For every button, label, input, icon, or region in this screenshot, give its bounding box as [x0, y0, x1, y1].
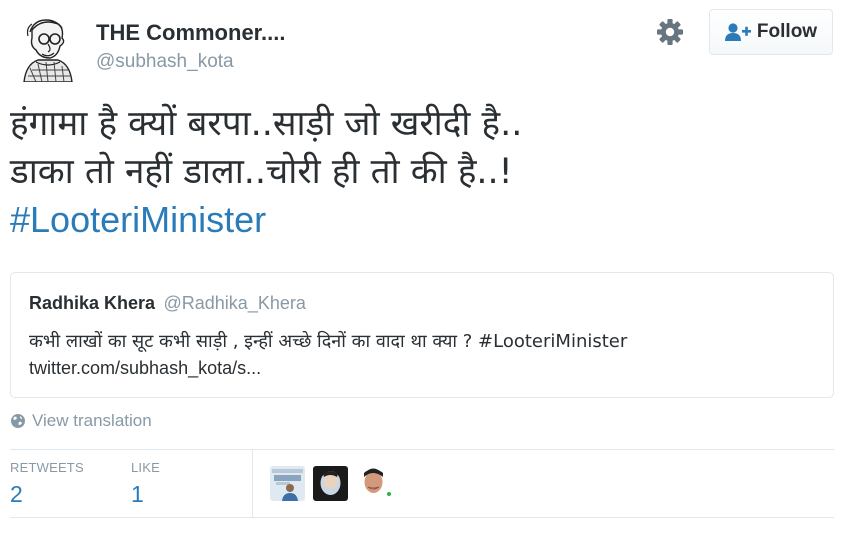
stats-bottom-divider [10, 517, 834, 518]
view-translation-label: View translation [32, 411, 152, 430]
quoted-author-name[interactable]: Radhika Khera [29, 293, 155, 313]
author-avatar[interactable] [12, 12, 82, 82]
tweet-text: हंगामा है क्यों बरपा..साड़ी जो खरीदी है.… [10, 100, 840, 244]
quoted-tweet[interactable]: Radhika Khera @Radhika_Khera कभी लाखों क… [10, 272, 834, 398]
engager-avatars [270, 466, 391, 501]
tweet-line: हंगामा है क्यों बरपा..साड़ी जो खरीदी है.… [10, 104, 523, 144]
stats-vertical-divider [252, 450, 253, 517]
stats-top-divider [10, 449, 834, 450]
retweets-label: RETWEETS [10, 460, 84, 475]
author-name[interactable]: THE Commoner.... [96, 20, 285, 46]
tweet-line: डाका तो नहीं डाला..चोरी ही तो की है..! [10, 152, 513, 192]
follow-button-label: Follow [756, 21, 818, 42]
cartoon-avatar-image [12, 12, 82, 82]
quoted-author-handle[interactable]: @Radhika_Khera [164, 293, 306, 313]
gear-icon[interactable] [654, 16, 686, 48]
add-user-icon [724, 23, 751, 41]
quoted-tweet-header: Radhika Khera @Radhika_Khera [29, 293, 815, 314]
engager-avatar[interactable] [270, 466, 305, 501]
likes-label: LIKE [131, 460, 160, 475]
globe-icon [11, 414, 25, 428]
likes-stat[interactable]: LIKE 1 [131, 460, 160, 508]
quoted-tweet-text: कभी लाखों का सूट कभी साड़ी , इन्हीं अच्छ… [29, 328, 815, 382]
quoted-tweet-link[interactable]: twitter.com/subhash_kota/s... [29, 355, 815, 382]
engager-avatar[interactable] [356, 466, 391, 501]
retweets-stat[interactable]: RETWEETS 2 [10, 460, 84, 508]
retweets-count[interactable]: 2 [10, 481, 84, 508]
author-handle[interactable]: @subhash_kota [96, 51, 234, 73]
likes-count[interactable]: 1 [131, 481, 160, 508]
quoted-tweet-body: कभी लाखों का सूट कभी साड़ी , इन्हीं अच्छ… [29, 331, 628, 352]
engager-avatar[interactable] [313, 466, 348, 501]
view-translation-link[interactable]: View translation [10, 411, 152, 431]
hashtag-link[interactable]: #LooteriMinister [10, 196, 840, 244]
follow-button[interactable]: Follow [709, 9, 833, 55]
